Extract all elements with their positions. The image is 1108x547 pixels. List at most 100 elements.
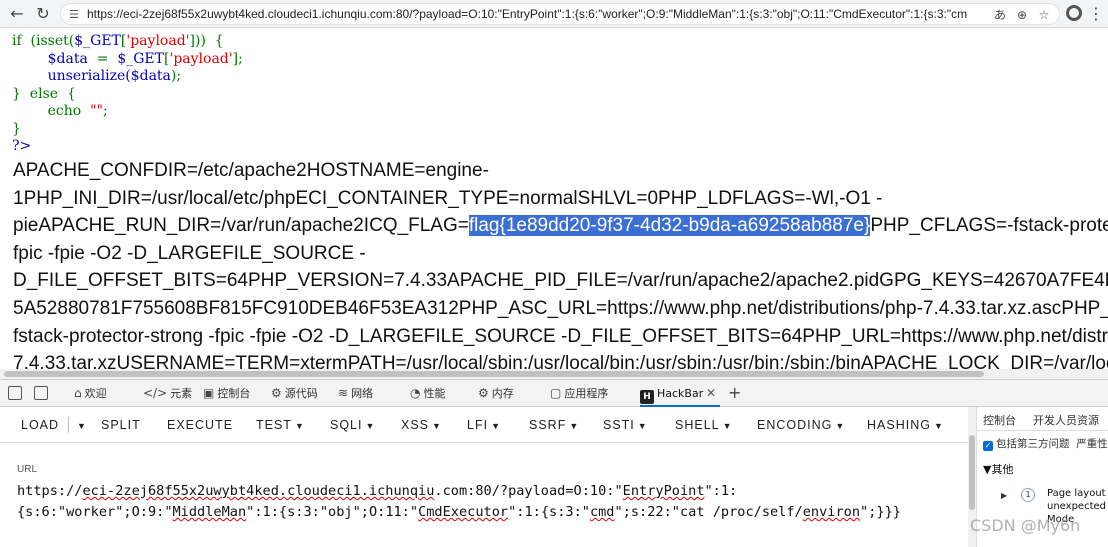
address-bar[interactable]: ☰ https://eci-2zej68f55x2uwybt4ked.cloud… <box>60 3 1060 25</box>
code-token: = <box>87 50 118 67</box>
chevron-down-icon: ▼ <box>569 421 580 431</box>
tab-label: 元素 <box>170 387 193 400</box>
devtools-tabbar: ⌂ 欢迎 </> 元素 ▣ 控制台 ⚙ 源代码 ≋ 网络 ◔ 性能 ⚙ 内存 ▢ 应用程序 HH… <box>0 379 1108 407</box>
scrollbar-thumb[interactable] <box>969 435 975 510</box>
tab-network[interactable]: ≋ 网络 <box>338 380 373 407</box>
close-icon[interactable]: ✕ <box>706 380 718 407</box>
code-token: "" <box>90 103 103 119</box>
menu-icon[interactable]: ⋮ <box>1088 3 1104 25</box>
hashing-menu[interactable]: HASHING ▼ <box>867 407 944 443</box>
chevron-down-icon: ▼ <box>432 421 442 431</box>
site-info-icon[interactable]: ☰ <box>69 8 83 22</box>
issue-text-line: unexpected <box>1047 501 1106 512</box>
triangle-right-icon[interactable]: ▶ <box>1001 491 1007 500</box>
url-input[interactable]: https://eci-2zej68f55x2uwybt4ked.cloudec… <box>17 481 957 523</box>
tab-label: 网络 <box>351 387 374 400</box>
code-token: ; <box>102 103 108 119</box>
url-line: {s:6:"worker";O:9:"MiddleMan":1:{s:3:"ob… <box>17 502 957 523</box>
reload-icon[interactable]: ↻ <box>32 3 54 25</box>
tab-label: 控制台 <box>217 387 251 400</box>
xss-menu[interactable]: XSS ▼ <box>401 407 442 443</box>
url-segment: ":1: <box>704 483 738 499</box>
output-line: pieAPACHE_RUN_DIR=/var/run/apache2ICQ_FL… <box>13 212 1108 240</box>
shell-menu[interactable]: SHELL ▼ <box>675 407 733 443</box>
url-segment: ";s:22:"cat /proc/self/ <box>614 504 803 520</box>
test-menu[interactable]: TEST ▼ <box>256 407 305 443</box>
issue-group-other[interactable]: ▼其他 <box>983 461 1013 477</box>
code-line: } <box>12 120 21 137</box>
chevron-down-icon: ▼ <box>835 421 846 431</box>
menu-label: XSS <box>401 418 430 432</box>
device-toolbar-icon[interactable] <box>34 386 48 400</box>
execute-button[interactable]: EXECUTE <box>167 407 233 443</box>
tab-label: 源代码 <box>284 387 318 400</box>
chevron-down-icon: ▼ <box>637 421 648 431</box>
tab-developer-resources[interactable]: 开发人员资源 <box>1033 412 1099 428</box>
menu-label: SSTI <box>603 418 635 432</box>
tab-drawer-console[interactable]: 控制台 <box>983 412 1016 428</box>
horizontal-scrollbar[interactable] <box>0 369 1108 379</box>
code-token: unserialize( <box>47 68 131 84</box>
tab-welcome[interactable]: ⌂ 欢迎 <box>74 380 107 407</box>
tab-console[interactable]: ▣ 控制台 <box>203 380 250 407</box>
split-button[interactable]: SPLIT <box>101 407 141 443</box>
translate-icon[interactable]: あ <box>991 7 1009 23</box>
divider <box>68 417 69 433</box>
code-token: ])) { <box>189 33 224 49</box>
sqli-menu[interactable]: SQLI ▼ <box>330 407 375 443</box>
output-text: PHP_CFLAGS=-fstack-protector-strong <box>870 215 1108 237</box>
tab-elements[interactable]: </> 元素 <box>143 380 192 407</box>
add-tab-icon[interactable]: + <box>728 380 742 407</box>
third-party-toggle[interactable]: ✓ 包括第三方问题 严重性 <box>983 436 1108 451</box>
tab-application[interactable]: ▢ 应用程序 <box>550 380 608 407</box>
menu-label: SQLI <box>330 418 363 432</box>
bookmark-star-icon[interactable]: ☆ <box>1035 7 1053 23</box>
chevron-down-icon: ▼ <box>491 421 501 431</box>
lfi-menu[interactable]: LFI ▼ <box>467 407 501 443</box>
menu-label: HASHING <box>867 418 931 432</box>
load-button[interactable]: LOAD <box>21 407 59 443</box>
hackbar-logo-icon: H <box>640 390 654 404</box>
url-segment: EntryPoint <box>622 483 705 499</box>
chevron-down-icon: ▼ <box>294 421 305 431</box>
home-icon: ⌂ <box>74 386 82 400</box>
url-field-label: URL <box>17 464 38 475</box>
code-token: 'payload' <box>126 33 190 49</box>
url-segment: MiddleMan <box>172 504 247 520</box>
inspect-element-icon[interactable] <box>8 386 22 400</box>
output-text: pieAPACHE_RUN_DIR=/var/run/apache2ICQ_FL… <box>13 215 469 237</box>
scrollbar-thumb[interactable] <box>4 371 984 377</box>
drawer-tabs: 控制台 开发人员资源 <box>977 407 1108 431</box>
severity-label[interactable]: 严重性 <box>1076 438 1108 450</box>
output-line: APACHE_CONFDIR=/etc/apache2HOSTNAME=engi… <box>13 160 489 181</box>
profile-icon[interactable] <box>1066 5 1082 21</box>
load-dropdown-icon[interactable]: ▼ <box>74 407 87 443</box>
wifi-icon: ≋ <box>338 386 349 400</box>
code-token: echo <box>12 103 91 119</box>
tab-label: HackBar <box>657 387 704 400</box>
chevron-down-icon: ▼ <box>722 421 733 431</box>
back-icon[interactable]: ← <box>6 3 28 25</box>
url-segment: ";}}} <box>860 504 901 520</box>
flag-selection[interactable]: flag{1e89dd20-9f37-4d32-b9da-a69258ab887… <box>468 215 871 237</box>
application-icon: ▢ <box>550 386 562 400</box>
url-segment: ":1:{s:3:" <box>246 504 329 520</box>
code-token: ]; <box>232 50 243 67</box>
ssti-menu[interactable]: SSTI ▼ <box>603 407 648 443</box>
encoding-menu[interactable]: ENCODING ▼ <box>757 407 845 443</box>
tab-performance[interactable]: ◔ 性能 <box>410 380 445 407</box>
tab-memory[interactable]: ⚙ 内存 <box>478 380 514 407</box>
ssrf-menu[interactable]: SSRF ▼ <box>529 407 579 443</box>
tab-label: 性能 <box>423 387 446 400</box>
checkbox-checked-icon[interactable]: ✓ <box>983 441 993 451</box>
tab-sources[interactable]: ⚙ 源代码 <box>271 380 318 407</box>
php-source: if (isset($_GET['payload'])) { $data = $… <box>12 33 243 156</box>
code-token: 'payload' <box>169 50 233 67</box>
chevron-down-icon: ▼ <box>933 421 944 431</box>
url-text[interactable]: https://eci-2zej68f55x2uwybt4ked.cloudec… <box>87 7 967 23</box>
issue-text-line: Page layout <box>1047 488 1106 499</box>
watermark: CSDN @My6n <box>970 516 1081 535</box>
sources-icon: ⚙ <box>271 386 282 400</box>
zoom-icon[interactable]: ⊕ <box>1013 7 1031 23</box>
